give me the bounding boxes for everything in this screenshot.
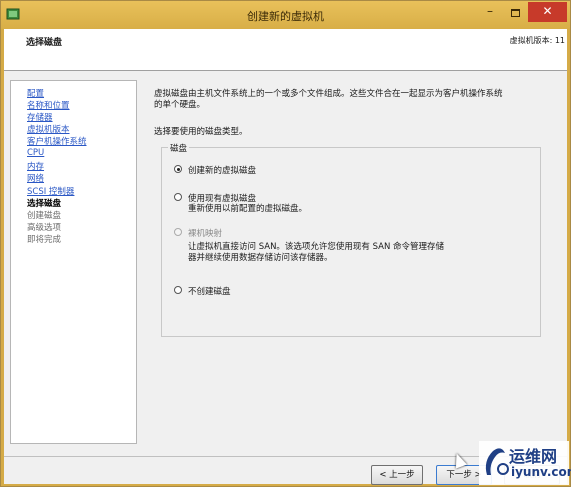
page-title: 选择磁盘 [26,38,63,48]
nav-step-name-location[interactable]: 名称和位置 [27,99,70,111]
vm-version-label: 虚拟机版本: 11 [509,36,565,45]
option-description: 重新使用以前配置的虚拟磁盘。 [188,204,308,214]
nav-step-scsi[interactable]: SCSI 控制器 [27,185,74,197]
radio-icon[interactable] [174,286,182,294]
maximize-button[interactable] [503,4,528,22]
nav-step-finish: 即将完成 [27,235,62,245]
option-label: 使用现有虚拟磁盘 [188,194,257,204]
disk-options-group: 磁盘 创建新的虚拟磁盘 使用现有虚拟磁盘 重新使用以前配置的虚拟磁盘。 裸机映射… [161,142,541,337]
dialog-client-area: 选择磁盘 虚拟机版本: 11 配置 名称和位置 存储器 虚拟机版本 客户机操作系… [4,29,567,485]
dialog-window: 创建新的虚拟机 – ✕ 选择磁盘 虚拟机版本: 11 配置 名称和位置 存储器 … [0,0,571,487]
nav-step-guest-os[interactable]: 客户机操作系统 [27,135,87,147]
group-label: 磁盘 [168,142,190,154]
nav-step-memory[interactable]: 内存 [27,160,44,172]
nav-step-network[interactable]: 网络 [27,172,44,184]
option-label: 不创建磁盘 [188,287,231,297]
nav-step-create-disk: 创建磁盘 [27,211,62,221]
description-line: 让虚拟机直接访问 SAN。该选项允许您使用现有 SAN 命令管理存储 [188,242,445,252]
description-line: 虚拟磁盘由主机文件系统上的一个或多个文件组成。这些文件合在一起显示为客户机操作系… [154,89,503,99]
nav-step-storage[interactable]: 存储器 [27,111,53,123]
watermark: 运维网 iyunv.com [479,441,571,485]
watermark-logo-icon [485,448,509,475]
description-line: 的单个硬盘。 [154,100,206,110]
nav-step-vm-version[interactable]: 虚拟机版本 [27,123,70,135]
close-button[interactable]: ✕ [528,2,567,22]
disk-description: 虚拟磁盘由主机文件系统上的一个或多个文件组成。这些文件合在一起显示为客户机操作系… [154,89,554,111]
nav-step-config[interactable]: 配置 [27,87,44,99]
wizard-header: 选择磁盘 虚拟机版本: 11 [4,29,567,71]
disk-type-prompt: 选择要使用的磁盘类型。 [154,127,248,137]
radio-icon[interactable] [174,193,182,201]
option-description: 让虚拟机直接访问 SAN。该选项允许您使用现有 SAN 命令管理存储 器并继续使… [188,242,444,264]
maximize-icon [511,9,520,17]
title-bar[interactable]: 创建新的虚拟机 – ✕ [1,1,570,29]
nav-step-cpu[interactable]: CPU [27,148,44,158]
radio-disabled-icon [174,228,182,236]
radio-selected-icon[interactable] [174,165,182,173]
description-line: 器并继续使用数据存储访问该存储器。 [188,253,333,263]
option-label: 创建新的虚拟磁盘 [188,166,257,176]
option-label: 裸机映射 [188,229,223,239]
minimize-button[interactable]: – [477,4,503,22]
watermark-url: iyunv.com [511,465,571,479]
back-button[interactable]: < 上一步 [371,465,423,485]
wizard-step-nav: 配置 名称和位置 存储器 虚拟机版本 客户机操作系统 CPU 内存 网络 SCS… [10,80,137,444]
watermark-name: 运维网 [509,447,558,466]
nav-step-select-disk: 选择磁盘 [27,199,62,209]
nav-step-advanced: 高级选项 [27,223,62,233]
